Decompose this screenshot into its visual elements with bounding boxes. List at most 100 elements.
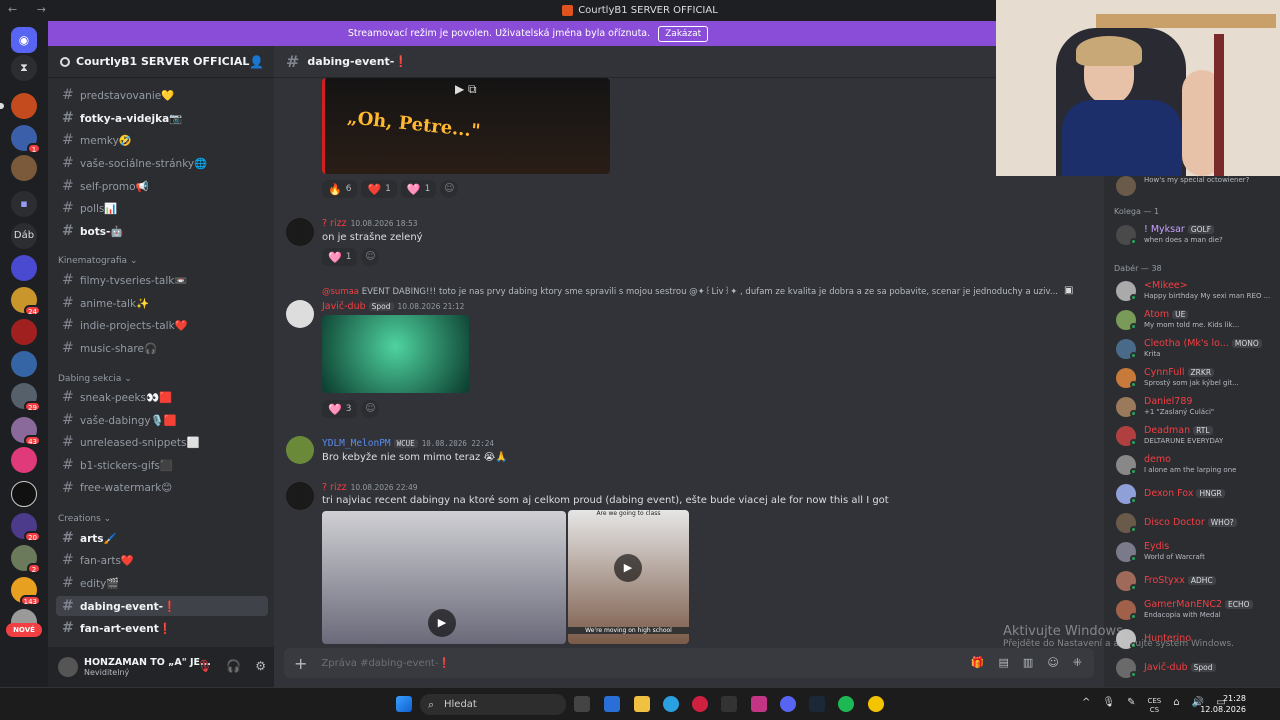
microphone-icon[interactable]: 🎙 <box>1102 697 1115 715</box>
category-kinematografia[interactable]: Kinematografia ⌄ <box>58 256 137 266</box>
reaction[interactable]: 🩷 3 <box>322 400 358 418</box>
channel-item[interactable]: # polls📊 <box>56 198 268 218</box>
message-composer[interactable]: + Zpráva #dabing-event-❗ 🎁 ▤ ▥ ☺ ⁜ <box>284 648 1094 678</box>
member-item[interactable]: Javič-dub Spod <box>1114 654 1276 682</box>
guild-icon[interactable] <box>11 255 37 281</box>
message-author[interactable]: ? rizz 10.08.2026 18:53 <box>322 218 418 229</box>
edge-icon[interactable] <box>663 696 679 712</box>
guild-icon[interactable]: 24 <box>11 287 41 316</box>
guild-icon[interactable]: 20 <box>11 513 41 542</box>
reply-preview[interactable]: @sumaa EVENT DABING!!! toto je nas prvy … <box>322 286 1058 297</box>
member-item[interactable]: FroStyxx ADHC <box>1114 567 1276 595</box>
play-icon[interactable]: ▶ ⧉ <box>455 82 477 97</box>
discord-icon[interactable] <box>780 696 796 712</box>
steam-icon[interactable] <box>809 696 825 712</box>
disable-button[interactable]: Zakázat <box>658 25 709 42</box>
channel-item[interactable]: # self-promo📢 <box>56 176 268 196</box>
guild-icon[interactable] <box>11 351 37 377</box>
message-author[interactable]: Javič-dub Spod 10.08.2026 21:12 <box>322 301 464 312</box>
gif-icon[interactable]: ▤ <box>999 656 1009 669</box>
add-member-icon[interactable]: 👤 <box>249 55 264 69</box>
play-icon[interactable]: ▶ <box>428 609 456 637</box>
windows-start-icon[interactable] <box>396 696 412 712</box>
gear-icon[interactable]: ⚙ <box>255 659 266 673</box>
apps-icon[interactable]: ⁜ <box>1073 656 1082 669</box>
category-dabing-sekcia[interactable]: Dabing sekcia ⌄ <box>58 374 132 384</box>
channel-item[interactable]: # filmy-tvseries-talk📼 <box>56 270 268 290</box>
nav-arrows-icon[interactable]: ← → <box>8 3 54 16</box>
reaction[interactable]: 🩷 1 <box>400 180 437 198</box>
opera-icon[interactable] <box>692 696 708 712</box>
taskbar-search[interactable]: ⌕ Hledat <box>420 694 566 715</box>
image-attachment[interactable] <box>322 315 469 393</box>
channel-item[interactable]: # arts🖌️ <box>56 528 268 548</box>
channel-item[interactable]: # predstavovanie💛 <box>56 85 268 105</box>
chrome-icon[interactable] <box>868 696 884 712</box>
mute-icon[interactable]: 🎙 <box>197 659 212 673</box>
guild-icon[interactable]: 2 <box>11 545 41 574</box>
video-embed[interactable]: ▶ ⧉ „Oh, Petre..." <box>322 78 610 174</box>
network-icon[interactable]: ⌂ <box>1173 697 1179 715</box>
channel-item[interactable]: # sneak-peeks👀🟥 <box>56 387 268 407</box>
channel-item[interactable]: # unreleased-snippets⬜ <box>56 432 268 452</box>
guild-icon[interactable] <box>11 155 37 181</box>
folder-icon[interactable]: ▪ <box>11 191 37 217</box>
chevron-up-icon[interactable]: ^ <box>1082 697 1090 715</box>
category-creations[interactable]: Creations ⌄ <box>58 514 111 524</box>
language-indicator[interactable]: CES CS <box>1147 697 1161 715</box>
channel-item[interactable]: # fotky-a-videjka📷 <box>56 108 268 128</box>
channel-item[interactable]: # fan-art-event❗ <box>56 618 268 638</box>
guild-icon[interactable]: 1 <box>11 125 41 154</box>
channel-item[interactable]: # fan-arts❤️ <box>56 550 268 570</box>
instagram-icon[interactable] <box>751 696 767 712</box>
clock[interactable]: 21:28 12.08.2026 <box>1200 693 1246 715</box>
avatar[interactable] <box>286 300 314 328</box>
folder-icon[interactable] <box>634 696 650 712</box>
guild-icon[interactable]: 29 <box>11 383 41 412</box>
message-author[interactable]: YDLM_MelonPM WCUE 10.08.2026 22:24 <box>322 438 494 449</box>
guild-icon[interactable]: 43 <box>11 417 41 446</box>
reaction[interactable]: ❤️ 1 <box>361 180 397 198</box>
channel-item[interactable]: # bots-🤖 <box>56 221 268 241</box>
avatar[interactable] <box>58 657 78 677</box>
add-reaction-icon[interactable]: ☺ <box>440 180 459 198</box>
guild-icon[interactable]: 143 <box>11 577 41 606</box>
member-item[interactable]: Dexon Fox HNGR <box>1114 480 1276 508</box>
member-item[interactable]: Atom UE My mom told me. Kids lik... <box>1114 306 1276 334</box>
guild-icon[interactable] <box>11 481 37 507</box>
task-view-icon[interactable] <box>574 696 590 712</box>
server-header[interactable]: CourtlyB1 SERVER OFFICIAL ⌄ 👤 <box>48 46 274 78</box>
guild-icon[interactable] <box>11 447 37 473</box>
play-icon[interactable]: ▶ <box>614 554 642 582</box>
member-item[interactable]: ! Myksar GOLF when does a man die? <box>1114 221 1276 249</box>
reaction[interactable]: 🩷 1 <box>322 248 358 266</box>
app-icon[interactable] <box>721 696 737 712</box>
channel-item[interactable]: # free-watermark😊 <box>56 478 268 498</box>
guild-icon[interactable] <box>0 93 37 119</box>
member-item[interactable]: Cleotha (Mk's lo... MONO Krita <box>1114 335 1276 363</box>
member-item[interactable]: GamerManENC2 ECHO Endacopia with Medal <box>1114 596 1276 624</box>
member-item[interactable]: demo I alone am the larping one <box>1114 451 1276 479</box>
avatar[interactable] <box>286 436 314 464</box>
guild-icon[interactable] <box>11 319 37 345</box>
avatar[interactable] <box>286 218 314 246</box>
message-author[interactable]: ? rizz 10.08.2026 22:49 <box>322 482 418 493</box>
member-item[interactable]: Eydis World of Warcraft <box>1114 538 1276 566</box>
add-reaction-icon[interactable]: ☺ <box>361 248 380 266</box>
gift-icon[interactable]: 🎁 <box>971 656 985 669</box>
channel-item[interactable]: # vaše-dabingy🎙️🟥 <box>56 410 268 430</box>
new-badge[interactable]: NOVÉ <box>6 623 42 637</box>
channel-item[interactable]: # b1-stickers-gifs⬛ <box>56 455 268 475</box>
member-item[interactable]: Daniel789 +1 "Zaslaný Čuláci" <box>1114 393 1276 421</box>
reaction[interactable]: 🔥 6 <box>322 180 358 198</box>
spotify-icon[interactable] <box>838 696 854 712</box>
hourglass-icon[interactable]: ⧗ <box>11 55 37 81</box>
plus-icon[interactable]: + <box>294 654 307 673</box>
member-item[interactable]: Deadman RTL DELTARUNE EVERYDAY <box>1114 422 1276 450</box>
member-item[interactable]: How's my special octowiener? <box>1114 172 1276 200</box>
emoji-icon[interactable]: ☺ <box>1047 656 1058 669</box>
member-item[interactable]: Disco Doctor WHO? <box>1114 509 1276 537</box>
channel-item[interactable]: # memky🤣 <box>56 130 268 150</box>
dab-guild-icon[interactable]: Dáb <box>11 223 37 249</box>
member-item[interactable]: CynnFull ZRKR Sprostý som jak kýbel git... <box>1114 364 1276 392</box>
